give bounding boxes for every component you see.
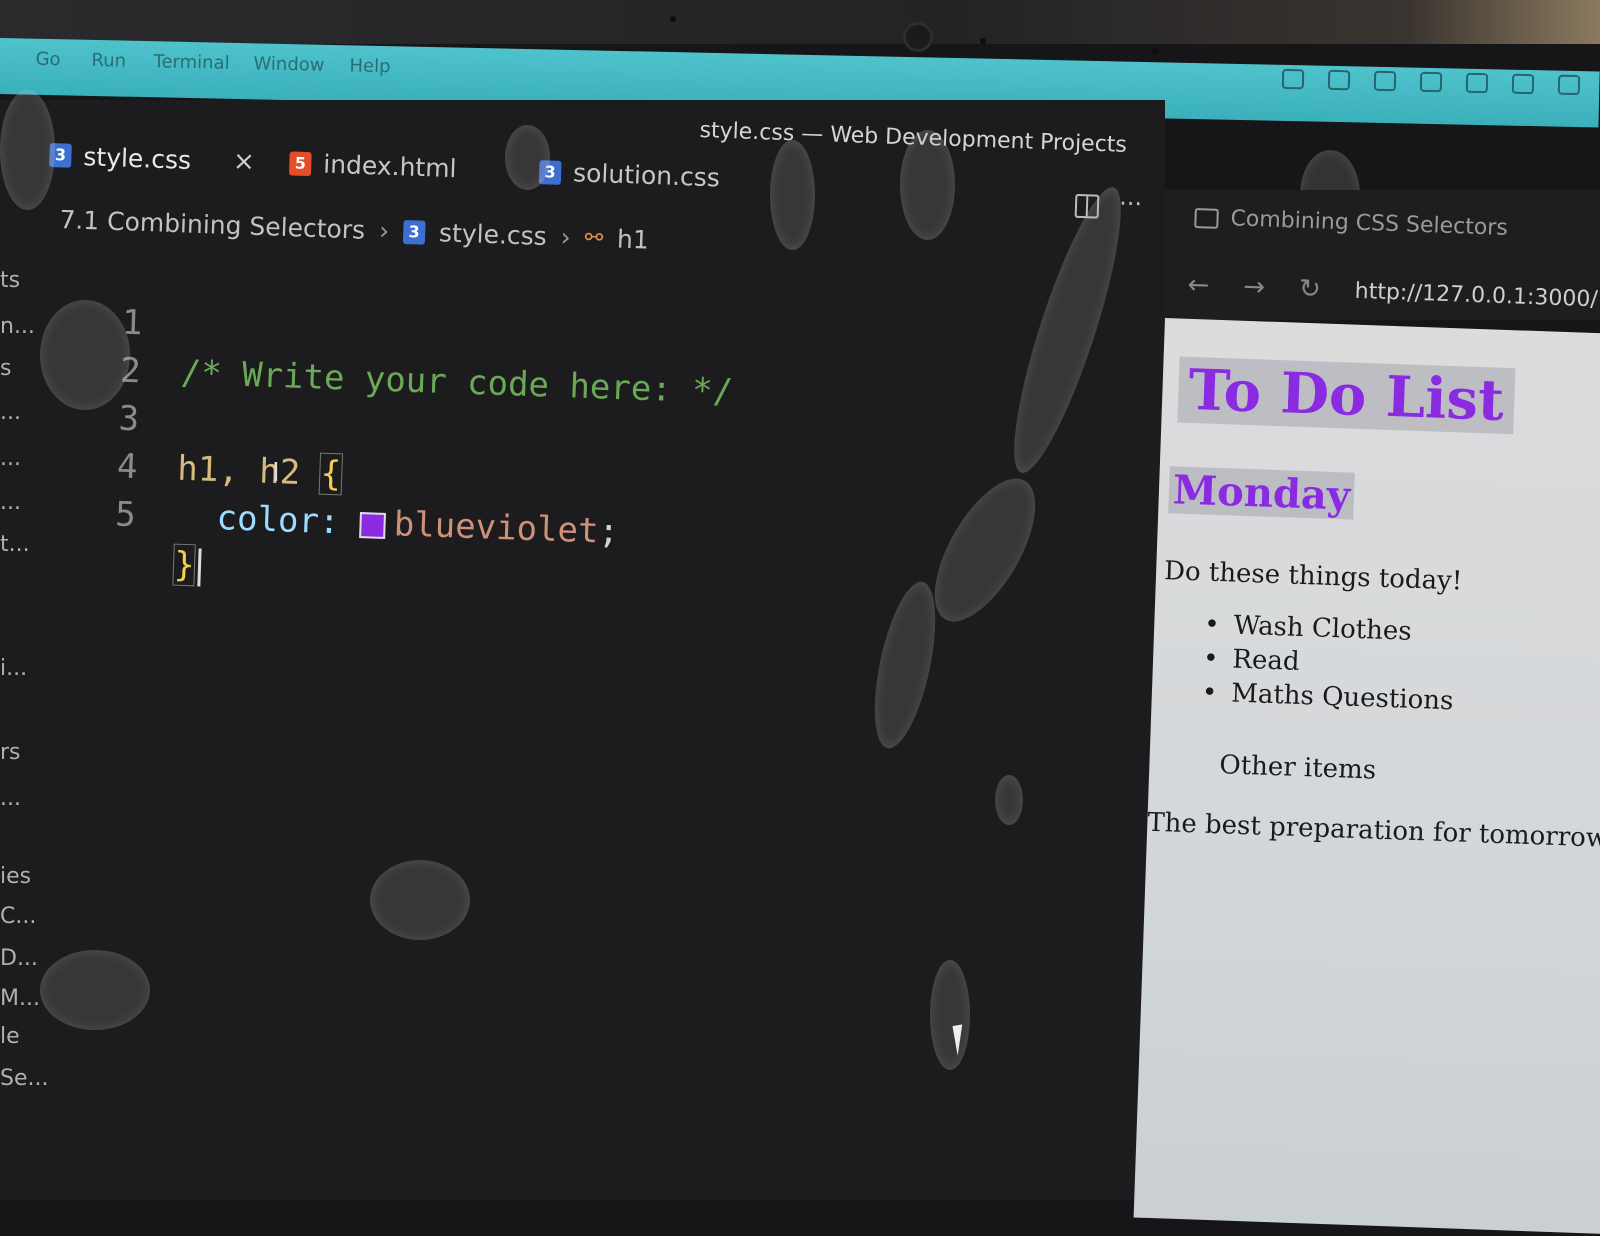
- sidebar-item[interactable]: ies: [0, 864, 31, 889]
- screen-droplet: [505, 125, 550, 190]
- page-other-items: Other items: [1218, 750, 1377, 786]
- color-swatch-icon[interactable]: [359, 511, 387, 539]
- line-number: 5: [114, 494, 137, 536]
- chevron-right-icon: ›: [560, 222, 572, 252]
- page-heading-h1: To Do List: [1177, 356, 1516, 435]
- sidebar-item[interactable]: rs: [0, 740, 21, 765]
- code-semicolon: ;: [597, 511, 620, 553]
- page-heading-h2: Monday: [1168, 466, 1355, 520]
- code-brace-open: {: [318, 452, 343, 496]
- sidebar-item[interactable]: C...: [0, 904, 36, 929]
- ibeam-cursor-icon: I: [272, 458, 280, 488]
- screen-droplet: [900, 130, 955, 240]
- todo-list: Wash Clothes Read Maths Questions: [1201, 610, 1456, 721]
- screen-droplet: [0, 90, 55, 210]
- code-selector: h1, h2: [176, 448, 322, 494]
- page-quote: The best preparation for tomorrow is do: [1146, 807, 1600, 857]
- presentation-icon[interactable]: [1465, 72, 1489, 94]
- shield-icon[interactable]: [1327, 69, 1351, 91]
- code-brace-close: }: [172, 543, 197, 587]
- code-value: blueviolet: [393, 504, 600, 552]
- menu-terminal[interactable]: Terminal: [153, 51, 230, 74]
- code-line: 4 color: blueviolet;: [98, 394, 619, 553]
- sidebar-item[interactable]: ts: [0, 268, 20, 293]
- code-property: color:: [215, 498, 361, 544]
- breadcrumb-symbol[interactable]: h1: [617, 224, 650, 254]
- sidebar-item[interactable]: Se...: [0, 1066, 48, 1091]
- camera-icon[interactable]: [1281, 68, 1305, 90]
- menu-run[interactable]: Run: [91, 50, 126, 72]
- preview-icon: [1194, 207, 1219, 229]
- tab-label: index.html: [322, 149, 458, 184]
- page-paragraph: Do these things today!: [1163, 556, 1463, 597]
- pin-icon[interactable]: [1511, 73, 1535, 95]
- sidebar-item[interactable]: ...: [0, 786, 21, 811]
- sidebar-item[interactable]: s: [0, 356, 11, 381]
- menu-help[interactable]: Help: [349, 55, 390, 77]
- screen-droplet: [40, 950, 150, 1030]
- sidebar-item[interactable]: ...: [0, 400, 21, 425]
- screen-droplet: [770, 140, 815, 250]
- screen-droplet: [40, 300, 130, 410]
- sidebar-item[interactable]: M...: [0, 986, 40, 1011]
- display-icon[interactable]: [1419, 71, 1443, 93]
- sidebar-item[interactable]: n...: [0, 314, 35, 339]
- bezel-dot: [670, 16, 676, 22]
- menu-go[interactable]: Go: [35, 49, 60, 71]
- preview-page: To Do List Monday Do these things today!…: [1133, 318, 1600, 1235]
- chevron-right-icon: ›: [378, 216, 390, 246]
- screen-droplet: [995, 775, 1023, 825]
- clock-icon[interactable]: [1557, 74, 1581, 96]
- forward-arrow-icon[interactable]: →: [1243, 272, 1266, 303]
- back-arrow-icon[interactable]: ←: [1187, 270, 1210, 301]
- sidebar-item[interactable]: ...: [0, 446, 21, 471]
- sidebar-item[interactable]: D...: [0, 946, 38, 971]
- code-line: 1 /* Write your code here: */: [103, 250, 734, 412]
- screen-droplet: [370, 860, 470, 940]
- more-actions-icon[interactable]: ···: [1119, 189, 1143, 220]
- bezel-dot: [1152, 48, 1158, 54]
- sidebar-item[interactable]: le: [0, 1024, 20, 1049]
- tab-label: style.css: [82, 141, 192, 175]
- tab-index-html[interactable]: 5 index.html: [288, 148, 458, 184]
- reload-icon[interactable]: ↻: [1298, 274, 1321, 305]
- bell-icon[interactable]: [1373, 70, 1397, 92]
- sidebar-item[interactable]: ...: [0, 490, 21, 515]
- webcam: [903, 22, 933, 52]
- url-field[interactable]: http://127.0.0.1:3000/: [1354, 278, 1598, 311]
- symbol-tree-icon: ⚯: [584, 225, 604, 251]
- bezel-dot: [980, 38, 986, 44]
- laptop-bezel: [0, 0, 1600, 44]
- css-file-icon: 3: [402, 219, 426, 245]
- menu-window[interactable]: Window: [253, 53, 324, 75]
- close-icon[interactable]: ×: [233, 146, 256, 177]
- sidebar-item[interactable]: i...: [0, 656, 27, 681]
- tab-label: solution.css: [572, 158, 721, 193]
- sidebar-item[interactable]: t...: [0, 532, 30, 557]
- code-line: 5 }: [97, 442, 203, 587]
- breadcrumb-file[interactable]: style.css: [439, 218, 548, 251]
- html-file-icon: 5: [288, 150, 312, 176]
